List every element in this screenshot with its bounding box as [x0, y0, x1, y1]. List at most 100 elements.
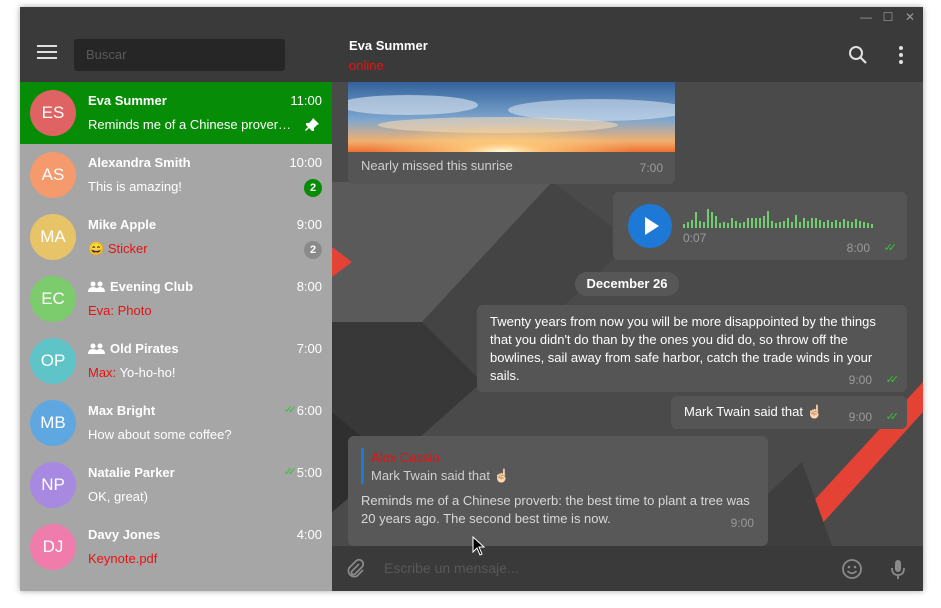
- message-type: Photo: [117, 303, 152, 318]
- unread-badge: 2: [304, 179, 322, 197]
- search-icon[interactable]: [848, 45, 868, 65]
- chat-name-text: Old Pirates: [110, 341, 179, 356]
- read-ticks-icon: ✓✓: [283, 404, 298, 416]
- chat-preview: This is amazing!: [88, 179, 182, 194]
- chat-name-text: Evening Club: [110, 279, 194, 294]
- avatar: ES: [30, 90, 76, 136]
- chat-preview: OK, great): [88, 489, 148, 504]
- chat-header: Eva Summer online: [332, 27, 923, 82]
- chat-preview: Max: Yo-ho-ho!: [88, 365, 293, 380]
- contact-name[interactable]: Eva Summer: [349, 38, 428, 53]
- chat-name: Natalie Parker: [88, 465, 175, 480]
- message-time: 8:00: [846, 241, 870, 255]
- emoji-icon[interactable]: [841, 558, 863, 580]
- title-bar: — ☐ ✕: [332, 7, 923, 27]
- sender-prefix: Max:: [88, 365, 117, 380]
- close-icon[interactable]: ✕: [903, 10, 917, 24]
- photo-message[interactable]: Nearly missed this sunrise 7:00: [348, 82, 675, 184]
- avatar: MA: [30, 214, 76, 260]
- chat-preview: Reminds me of a Chinese prover…: [88, 117, 292, 132]
- mouse-cursor-icon: [472, 536, 486, 556]
- messages-area[interactable]: Nearly missed this sunrise 7:00 0:07 8:0…: [332, 82, 923, 546]
- play-button[interactable]: [628, 204, 672, 248]
- chat-name: Alexandra Smith: [88, 155, 191, 170]
- chat-preview: 😄 Sticker: [88, 241, 293, 257]
- chat-time: 4:00: [296, 527, 322, 542]
- sender-prefix: Eva:: [88, 303, 115, 318]
- app-window: Buscar ES Eva Summer 11:00 Reminds me of…: [20, 7, 923, 591]
- microphone-icon[interactable]: [887, 558, 909, 580]
- incoming-message[interactable]: Alex Cassio Mark Twain said that ☝🏻 Remi…: [348, 436, 768, 546]
- chat-time: 9:00: [296, 217, 322, 232]
- chat-item-alexandra-smith[interactable]: AS Alexandra Smith 10:00 This is amazing…: [20, 144, 332, 206]
- outgoing-message[interactable]: Twenty years from now you will be more d…: [477, 305, 907, 392]
- message-time: 9:00: [848, 373, 872, 387]
- voice-message[interactable]: 0:07 8:00 ✓✓: [613, 192, 907, 260]
- message-time: 7:00: [639, 161, 663, 175]
- message-type: Sticker: [107, 241, 148, 256]
- avatar: NP: [30, 462, 76, 508]
- read-ticks-icon: ✓✓: [885, 374, 900, 386]
- avatar: OP: [30, 338, 76, 384]
- more-options-icon[interactable]: [897, 45, 905, 65]
- maximize-icon[interactable]: ☐: [881, 10, 895, 24]
- hamburger-menu-icon[interactable]: [37, 45, 57, 61]
- chat-time: 6:00: [296, 403, 322, 418]
- voice-duration: 0:07: [683, 231, 707, 245]
- read-ticks-icon: ✓✓: [885, 411, 900, 423]
- play-icon: [645, 217, 659, 235]
- chat-time: 8:00: [296, 279, 322, 294]
- chat-time: 7:00: [296, 341, 322, 356]
- message-input[interactable]: Escribe un mensaje...: [384, 560, 519, 576]
- search-input[interactable]: Buscar: [74, 39, 285, 71]
- avatar: AS: [30, 152, 76, 198]
- reply-bar: [361, 448, 364, 484]
- pin-icon: [305, 118, 319, 131]
- chat-preview: Eva: Photo: [88, 303, 293, 318]
- chat-name: Mike Apple: [88, 217, 157, 232]
- read-ticks-icon: ✓✓: [283, 466, 298, 478]
- avatar: DJ: [30, 524, 76, 570]
- chat-name: Davy Jones: [88, 527, 161, 542]
- attach-icon[interactable]: [344, 558, 366, 580]
- sidebar-toolbar: Buscar: [20, 7, 332, 82]
- chat-item-max-bright[interactable]: MB Max Bright ✓✓ 6:00 How about some cof…: [20, 392, 332, 454]
- chat-preview: Keynote.pdf: [88, 551, 158, 566]
- date-separator: December 26: [575, 272, 679, 296]
- chat-name: Max Bright: [88, 403, 156, 418]
- read-ticks-icon: ✓✓: [883, 242, 898, 254]
- sunrise-photo[interactable]: [348, 82, 675, 152]
- emoji-prefix: 😄: [88, 241, 105, 256]
- avatar: EC: [30, 276, 76, 322]
- chat-name: Evening Club: [88, 279, 193, 294]
- group-icon: [88, 281, 105, 292]
- chat-preview: How about some coffee?: [88, 427, 232, 442]
- chat-item-old-pirates[interactable]: OP Old Pirates 7:00 Max: Yo-ho-ho!: [20, 330, 332, 392]
- outgoing-message[interactable]: Mark Twain said that ☝🏻 9:00 ✓✓: [671, 396, 907, 429]
- minimize-icon[interactable]: —: [859, 10, 873, 24]
- chat-item-evening-club[interactable]: EC Evening Club 8:00 Eva: Photo: [20, 268, 332, 330]
- message-composer: Escribe un mensaje...: [332, 546, 923, 591]
- chat-name: Eva Summer: [88, 93, 167, 108]
- message-text: Reminds me of a Chinese proverb: the bes…: [361, 493, 750, 526]
- message-text: Yo-ho-ho!: [119, 365, 176, 380]
- reply-quoted-text[interactable]: Mark Twain said that ☝🏻: [371, 468, 510, 484]
- message-time: 9:00: [848, 410, 872, 424]
- chat-time: 10:00: [289, 155, 322, 170]
- chat-list-panel: Buscar ES Eva Summer 11:00 Reminds me of…: [20, 7, 332, 591]
- voice-waveform: [683, 209, 873, 228]
- avatar: MB: [30, 400, 76, 446]
- chat-item-mike-apple[interactable]: MA Mike Apple 9:00 😄 Sticker 2: [20, 206, 332, 268]
- chat-item-natalie-parker[interactable]: NP Natalie Parker ✓✓ 5:00 OK, great): [20, 454, 332, 516]
- message-text: Mark Twain said that ☝🏻: [684, 404, 823, 419]
- chat-time: 5:00: [296, 465, 322, 480]
- chat-item-eva-summer[interactable]: ES Eva Summer 11:00 Reminds me of a Chin…: [20, 82, 332, 144]
- photo-caption: Nearly missed this sunrise: [361, 158, 513, 173]
- chat-item-davy-jones[interactable]: DJ Davy Jones 4:00 Keynote.pdf: [20, 516, 332, 578]
- contact-status: online: [349, 58, 384, 73]
- reply-author[interactable]: Alex Cassio: [371, 450, 440, 465]
- group-icon: [88, 343, 105, 354]
- chat-time: 11:00: [290, 93, 322, 108]
- message-time: 9:00: [730, 516, 754, 530]
- unread-badge: 2: [304, 241, 322, 259]
